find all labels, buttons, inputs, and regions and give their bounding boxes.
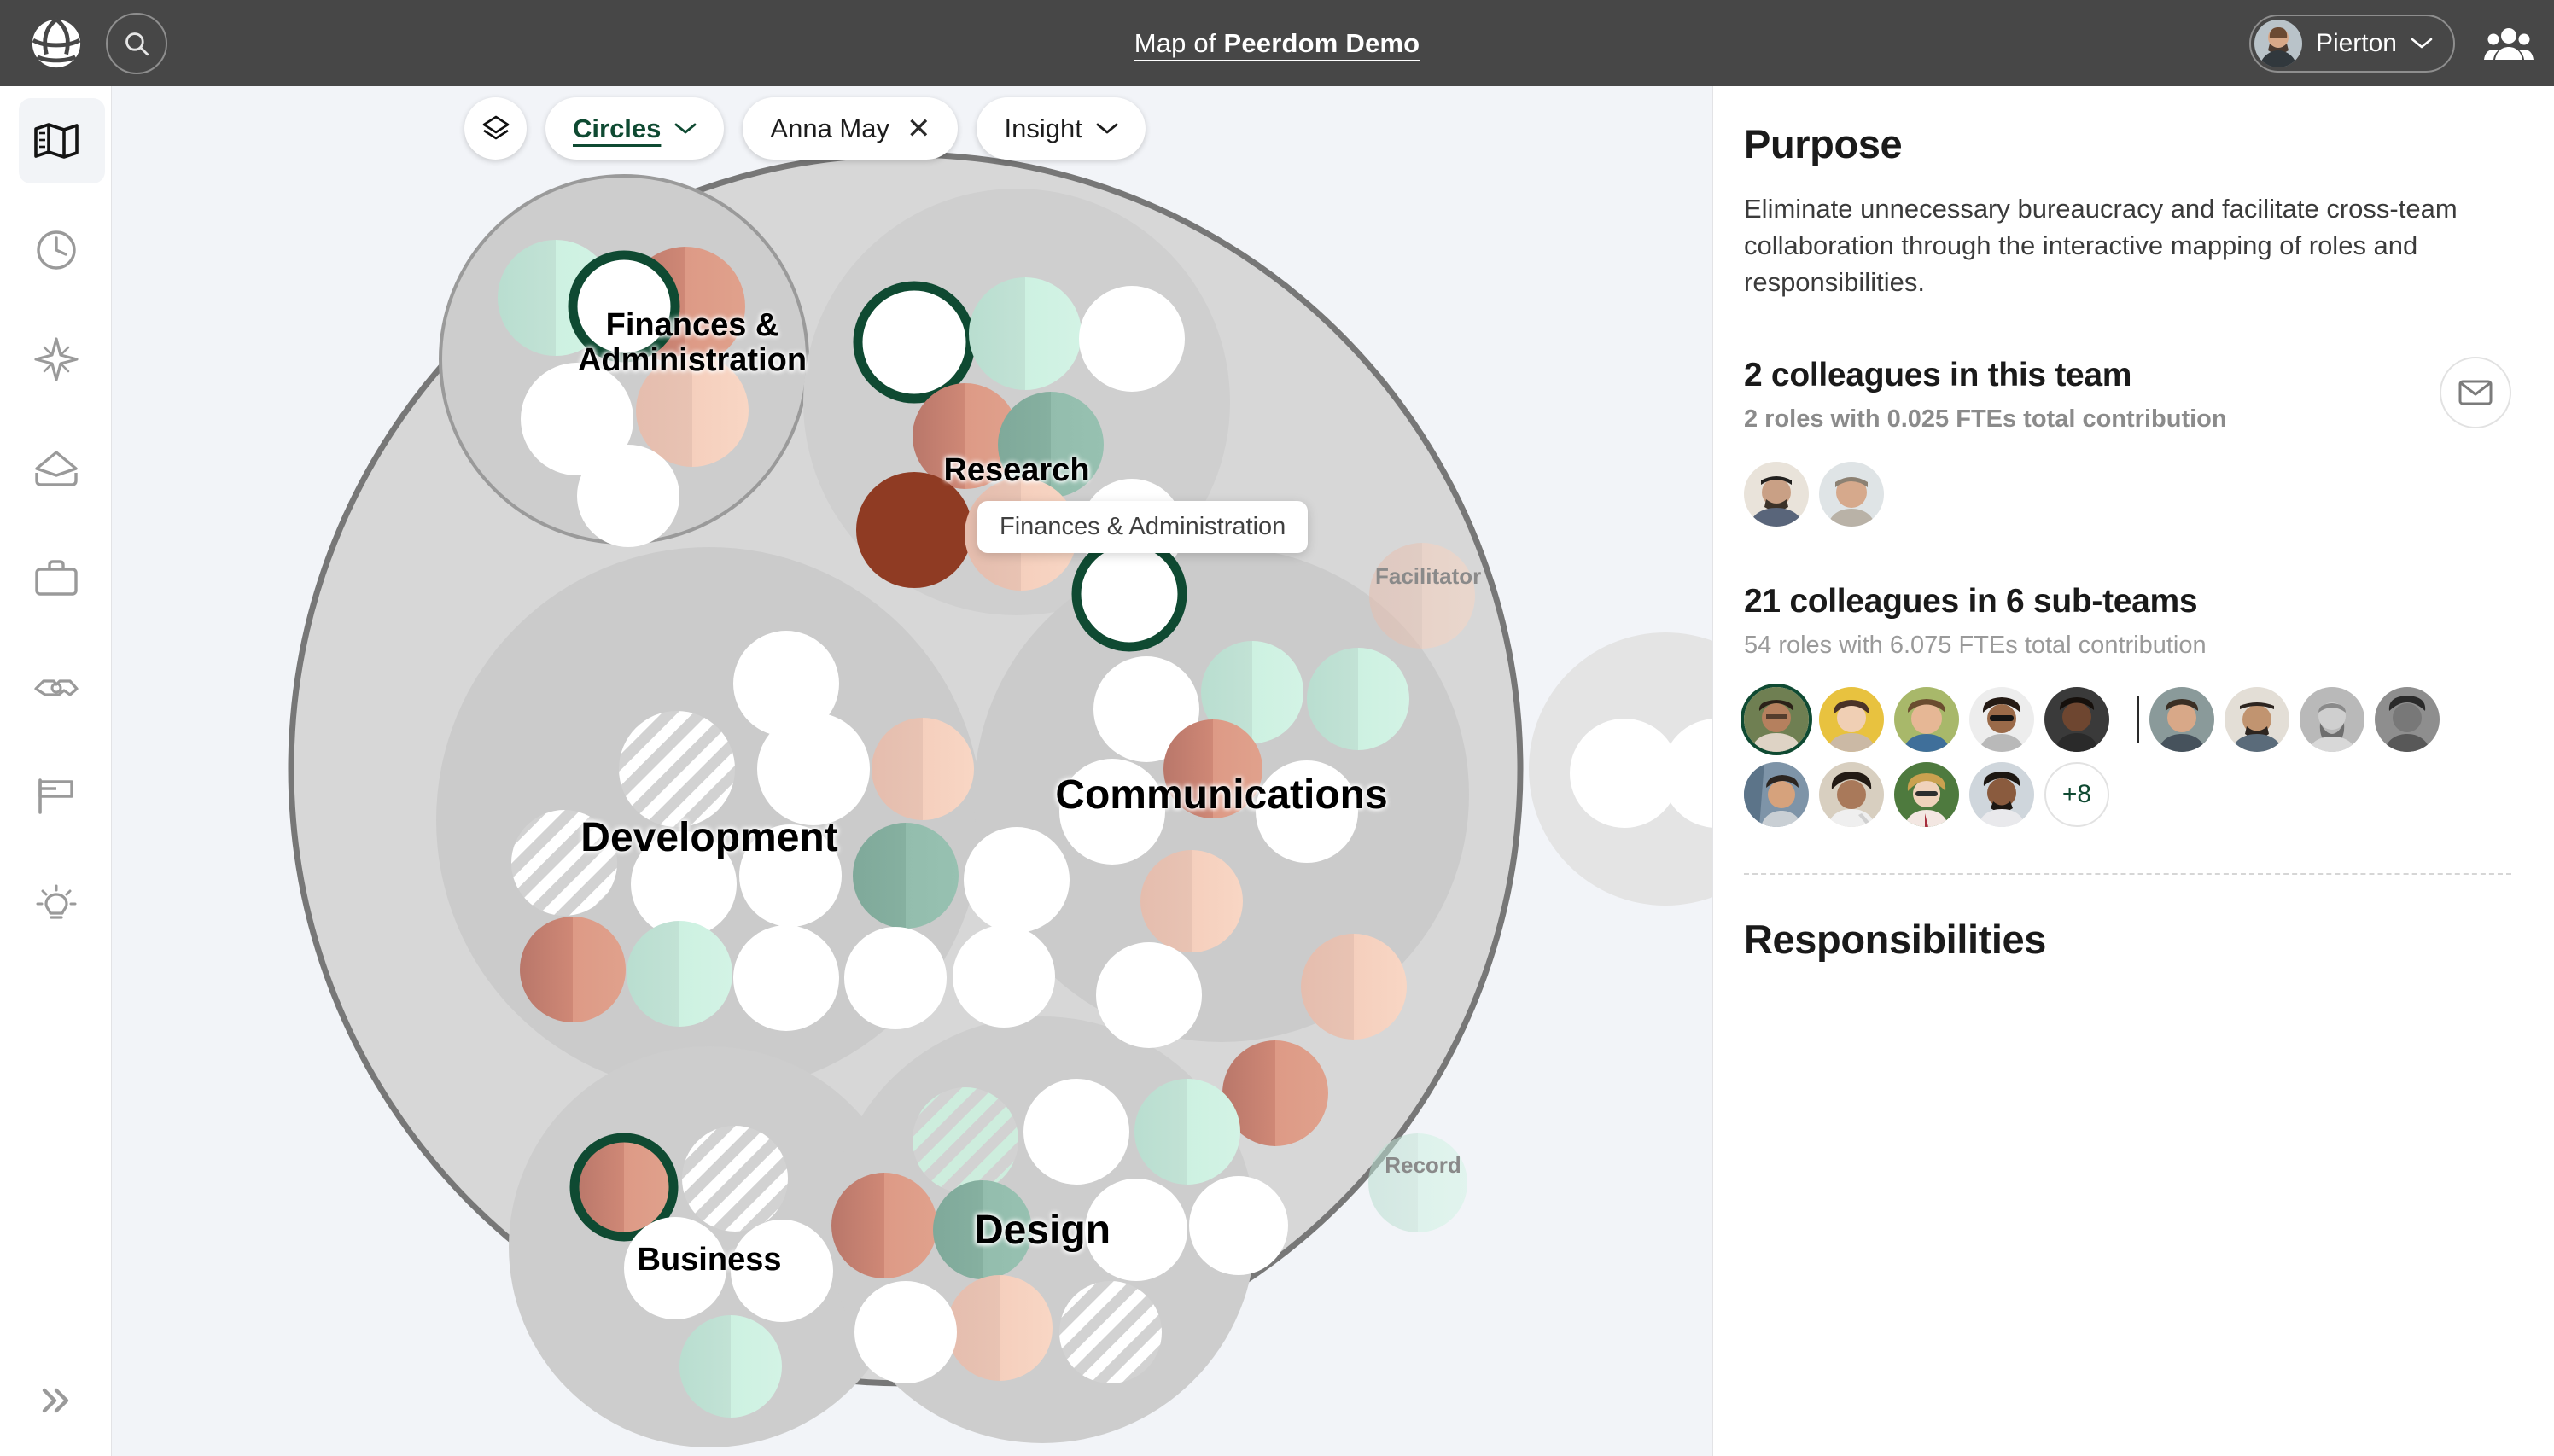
app-logo[interactable]	[0, 17, 113, 70]
chevron-down-icon	[1096, 123, 1118, 134]
map-graph	[288, 151, 1712, 1447]
purpose-text: Eliminate unnecessary bureaucracy and fa…	[1744, 194, 2458, 297]
search-button[interactable]	[106, 12, 167, 74]
team-subtext: 2 roles with 0.025 FTEs total contributi…	[1744, 405, 2227, 434]
peerdom-globe-logo-icon	[32, 17, 81, 67]
subteam-avatar-list: +8	[1744, 687, 2478, 828]
map-icon	[33, 123, 79, 159]
inbox-icon	[34, 451, 78, 486]
briefcase-icon	[34, 560, 78, 596]
people-icon[interactable]	[2484, 25, 2534, 62]
sidebar-item-flag[interactable]	[0, 742, 112, 851]
circles-filter-button[interactable]: Circles	[545, 97, 725, 160]
page-title[interactable]: Map of Peerdom Demo	[1134, 28, 1420, 59]
user-menu-button[interactable]: Pierton	[2248, 14, 2455, 73]
details-panel: Purpose Eliminate unnecessary bureaucrac…	[1712, 86, 2554, 1456]
subteam-avatar[interactable]	[1894, 687, 1959, 753]
text-cursor	[2137, 696, 2139, 743]
panel-divider	[1744, 873, 2511, 876]
subteam-avatar[interactable]	[2044, 687, 2109, 753]
team-heading: 2 colleagues in this team	[1744, 357, 2132, 394]
sidebar-item-history[interactable]	[0, 195, 112, 305]
compass-icon	[33, 337, 79, 381]
subteams-heading: 21 colleagues in 6 sub-teams	[1744, 582, 2198, 620]
subteam-avatar[interactable]	[1969, 687, 2034, 753]
chevron-down-icon	[675, 123, 697, 134]
sidebar-item-briefcase[interactable]	[0, 523, 112, 632]
responsibilities-heading: Responsibilities	[1744, 917, 2047, 963]
subteams-subtext: 54 roles with 6.075 FTEs total contribut…	[1744, 631, 2207, 659]
person-filter-label: Anna May	[770, 113, 889, 143]
subteam-avatar[interactable]	[1894, 762, 1959, 828]
clock-icon	[36, 230, 76, 270]
map-canvas[interactable]: Finances & Administration Research Devel…	[112, 86, 1712, 1456]
user-name-label: Pierton	[2315, 28, 2397, 57]
layers-icon	[482, 115, 509, 139]
circles-filter-label: Circles	[573, 113, 662, 143]
subteam-avatar[interactable]	[2300, 687, 2364, 753]
top-bar: Map of Peerdom Demo Pierton	[0, 0, 2554, 86]
insight-filter-label: Insight	[1004, 113, 1082, 143]
search-icon	[125, 32, 149, 55]
page-title-prefix: Map of	[1134, 27, 1224, 58]
person-filter-chip[interactable]: Anna May ✕	[743, 97, 959, 160]
more-colleagues-button[interactable]: +8	[2044, 762, 2109, 828]
subteam-avatar[interactable]	[1819, 762, 1884, 828]
colleague-avatar[interactable]	[1819, 461, 1884, 527]
topbar-right-group: Pierton	[2248, 0, 2534, 86]
subteam-avatar[interactable]	[1969, 762, 2034, 828]
sidebar-item-insights[interactable]	[0, 851, 112, 960]
layers-button[interactable]	[464, 97, 527, 160]
subteam-avatar[interactable]	[2225, 687, 2289, 753]
insight-filter-button[interactable]: Insight	[977, 97, 1146, 160]
close-icon[interactable]: ✕	[907, 114, 931, 143]
subteam-avatar[interactable]	[2375, 687, 2440, 753]
subteam-avatar[interactable]	[1744, 762, 1809, 828]
subteams-section: 21 colleagues in 6 sub-teams 54 roles wi…	[1744, 583, 2511, 828]
envelope-icon	[2458, 380, 2493, 405]
sidebar-expand-button[interactable]	[0, 1362, 112, 1439]
sidebar-item-map[interactable]	[0, 86, 112, 195]
map-tooltip: Finances & Administration	[977, 501, 1309, 553]
bulb-icon	[36, 884, 76, 919]
map-title-wrap: Map of Peerdom Demo	[0, 0, 2554, 86]
sidebar-item-inbox[interactable]	[0, 414, 112, 523]
flag-icon	[38, 778, 73, 814]
chevron-down-icon	[2411, 38, 2433, 49]
colleague-avatar[interactable]	[1744, 461, 1809, 527]
mail-team-button[interactable]	[2440, 357, 2511, 429]
team-avatar-list	[1744, 461, 2478, 527]
map-toolbar: Circles Anna May ✕ Insight	[464, 97, 1146, 160]
left-sidebar	[0, 86, 112, 1456]
sidebar-item-compass[interactable]	[0, 305, 112, 414]
subteam-avatar[interactable]	[1819, 687, 1884, 753]
user-avatar	[2254, 19, 2302, 67]
purpose-heading: Purpose	[1744, 121, 1903, 166]
subteam-avatar[interactable]	[1744, 687, 1809, 753]
sidebar-item-handshake[interactable]	[0, 632, 112, 742]
page-title-strong: Peerdom Demo	[1223, 27, 1420, 58]
team-section: 2 colleagues in this team 2 roles with 0…	[1744, 357, 2511, 527]
chevron-double-right-icon	[42, 1388, 68, 1413]
subteam-avatar[interactable]	[2149, 687, 2214, 753]
handshake-icon	[33, 679, 79, 696]
